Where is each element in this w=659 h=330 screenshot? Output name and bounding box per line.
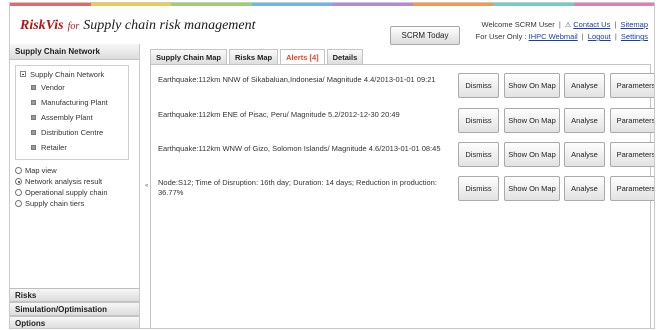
section-simulation-optimisation[interactable]: Simulation/Optimisation — [10, 302, 139, 316]
view-option-tiers[interactable]: Supply chain tiers — [15, 198, 139, 209]
contact-icon: ⚠ — [564, 22, 572, 29]
header: RiskVis for Supply chain risk management… — [10, 6, 654, 45]
webmail-link[interactable]: IHPC Webmail — [529, 32, 578, 41]
tab-risks-map[interactable]: Risks Map — [229, 49, 279, 64]
node-icon — [31, 115, 36, 120]
section-risks[interactable]: Risks — [10, 288, 139, 302]
tree-item-label: Retailer — [41, 143, 67, 152]
tree-root[interactable]: Supply Chain Network — [16, 68, 128, 80]
parameters-button[interactable]: Parameters — [610, 176, 654, 201]
dismiss-button[interactable]: Dismiss — [458, 142, 499, 167]
alert-text: Earthquake:112km WNW of Gizo, Solomon Is… — [158, 144, 441, 153]
brand-subtitle: Supply chain risk management — [83, 18, 256, 33]
collapse-icon[interactable] — [20, 71, 26, 77]
tab-supply-chain-map[interactable]: Supply Chain Map — [150, 49, 228, 64]
alert-text: Node:S12; Time of Disruption: 16th day; … — [158, 178, 437, 197]
alert-row: Earthquake:112km NNW of Sikabaluan,Indon… — [151, 71, 654, 102]
node-icon — [31, 100, 36, 105]
brand-name: RiskVis — [20, 18, 64, 33]
radio-button[interactable] — [15, 200, 22, 207]
alerts-list: Earthquake:112km NNW of Sikabaluan,Indon… — [150, 64, 654, 328]
brand-logo: RiskVis for Supply chain risk management — [20, 18, 256, 34]
tree-item-label: Vendor — [41, 83, 65, 92]
tree-item-label: Distribution Centre — [41, 128, 104, 137]
view-option-label: Operational supply chain — [25, 188, 108, 197]
analyse-button[interactable]: Analyse — [564, 73, 605, 98]
show-on-map-button[interactable]: Show On Map — [504, 73, 560, 98]
view-options: Map view Network analysis result Operati… — [15, 165, 139, 209]
alert-text: Earthquake:112km ENE of Pisac, Peru/ Mag… — [158, 110, 400, 119]
tab-alerts[interactable]: Alerts [4] — [280, 49, 325, 64]
tree-root-label: Supply Chain Network — [30, 69, 105, 79]
tree-item-manufacturing-plant[interactable]: Manufacturing Plant — [16, 95, 128, 110]
tree-item-assembly-plant[interactable]: Assembly Plant — [16, 110, 128, 125]
show-on-map-button[interactable]: Show On Map — [504, 108, 560, 133]
sidebar-bottom-sections: Risks Simulation/Optimisation Options — [10, 288, 139, 328]
view-option-network-analysis[interactable]: Network analysis result — [15, 176, 139, 187]
parameters-button[interactable]: Parameters — [610, 73, 654, 98]
separator: | — [558, 20, 561, 29]
analyse-button[interactable]: Analyse — [564, 108, 605, 133]
scrm-today-button[interactable]: SCRM Today — [390, 26, 460, 45]
logout-link[interactable]: Logout — [588, 32, 611, 41]
brand-for: for — [67, 21, 80, 32]
separator: | — [581, 32, 584, 41]
network-tree: Supply Chain Network Vendor Manufacturin… — [15, 65, 129, 160]
node-icon — [31, 145, 36, 150]
view-option-label: Map view — [25, 166, 57, 175]
alert-row: Earthquake:112km WNW of Gizo, Solomon Is… — [151, 140, 654, 171]
node-icon — [31, 85, 36, 90]
radio-button[interactable] — [15, 189, 22, 196]
view-option-operational[interactable]: Operational supply chain — [15, 187, 139, 198]
tree-item-retailer[interactable]: Retailer — [16, 140, 128, 155]
contact-us-link[interactable]: Contact Us — [573, 20, 610, 29]
dismiss-button[interactable]: Dismiss — [458, 176, 499, 201]
analyse-button[interactable]: Analyse — [564, 176, 605, 201]
tree-item-label: Manufacturing Plant — [41, 98, 108, 107]
alert-text: Earthquake:112km NNW of Sikabaluan,Indon… — [158, 75, 436, 84]
sitemap-link[interactable]: Sitemap — [620, 20, 648, 29]
parameters-button[interactable]: Parameters — [610, 108, 654, 133]
node-icon — [31, 130, 36, 135]
tab-bar: Supply Chain Map Risks Map Alerts [4] De… — [150, 49, 365, 64]
collapse-sidebar-icon[interactable]: « — [145, 183, 148, 189]
tab-details[interactable]: Details — [326, 49, 364, 64]
dismiss-button[interactable]: Dismiss — [458, 108, 499, 133]
app-window: RiskVis for Supply chain risk management… — [9, 2, 655, 329]
section-options[interactable]: Options — [10, 316, 139, 328]
alert-row: Node:S12; Time of Disruption: 16th day; … — [151, 174, 654, 205]
analyse-button[interactable]: Analyse — [564, 142, 605, 167]
settings-link[interactable]: Settings — [621, 32, 648, 41]
separator: | — [614, 20, 617, 29]
radio-button[interactable] — [15, 167, 22, 174]
tree-item-label: Assembly Plant — [41, 113, 93, 122]
parameters-button[interactable]: Parameters — [610, 142, 654, 167]
user-only-text: For User Only : — [475, 32, 527, 41]
tree-item-vendor[interactable]: Vendor — [16, 80, 128, 95]
section-supply-chain-network[interactable]: Supply Chain Network — [10, 44, 139, 60]
alert-row: Earthquake:112km ENE of Pisac, Peru/ Mag… — [151, 106, 654, 137]
main-panel: Supply Chain Map Risks Map Alerts [4] De… — [150, 49, 654, 328]
welcome-text: Welcome SCRM User — [481, 20, 555, 29]
view-option-label: Supply chain tiers — [25, 199, 85, 208]
show-on-map-button[interactable]: Show On Map — [504, 176, 560, 201]
user-links: Welcome SCRM User | ⚠ Contact Us | Sitem… — [476, 19, 648, 42]
radio-button-selected[interactable] — [15, 178, 22, 185]
sidebar: Supply Chain Network Supply Chain Networ… — [10, 44, 140, 328]
view-option-label: Network analysis result — [25, 177, 103, 186]
tree-item-distribution-centre[interactable]: Distribution Centre — [16, 125, 128, 140]
show-on-map-button[interactable]: Show On Map — [504, 142, 560, 167]
dismiss-button[interactable]: Dismiss — [458, 73, 499, 98]
view-option-map[interactable]: Map view — [15, 165, 139, 176]
separator: | — [614, 32, 617, 41]
